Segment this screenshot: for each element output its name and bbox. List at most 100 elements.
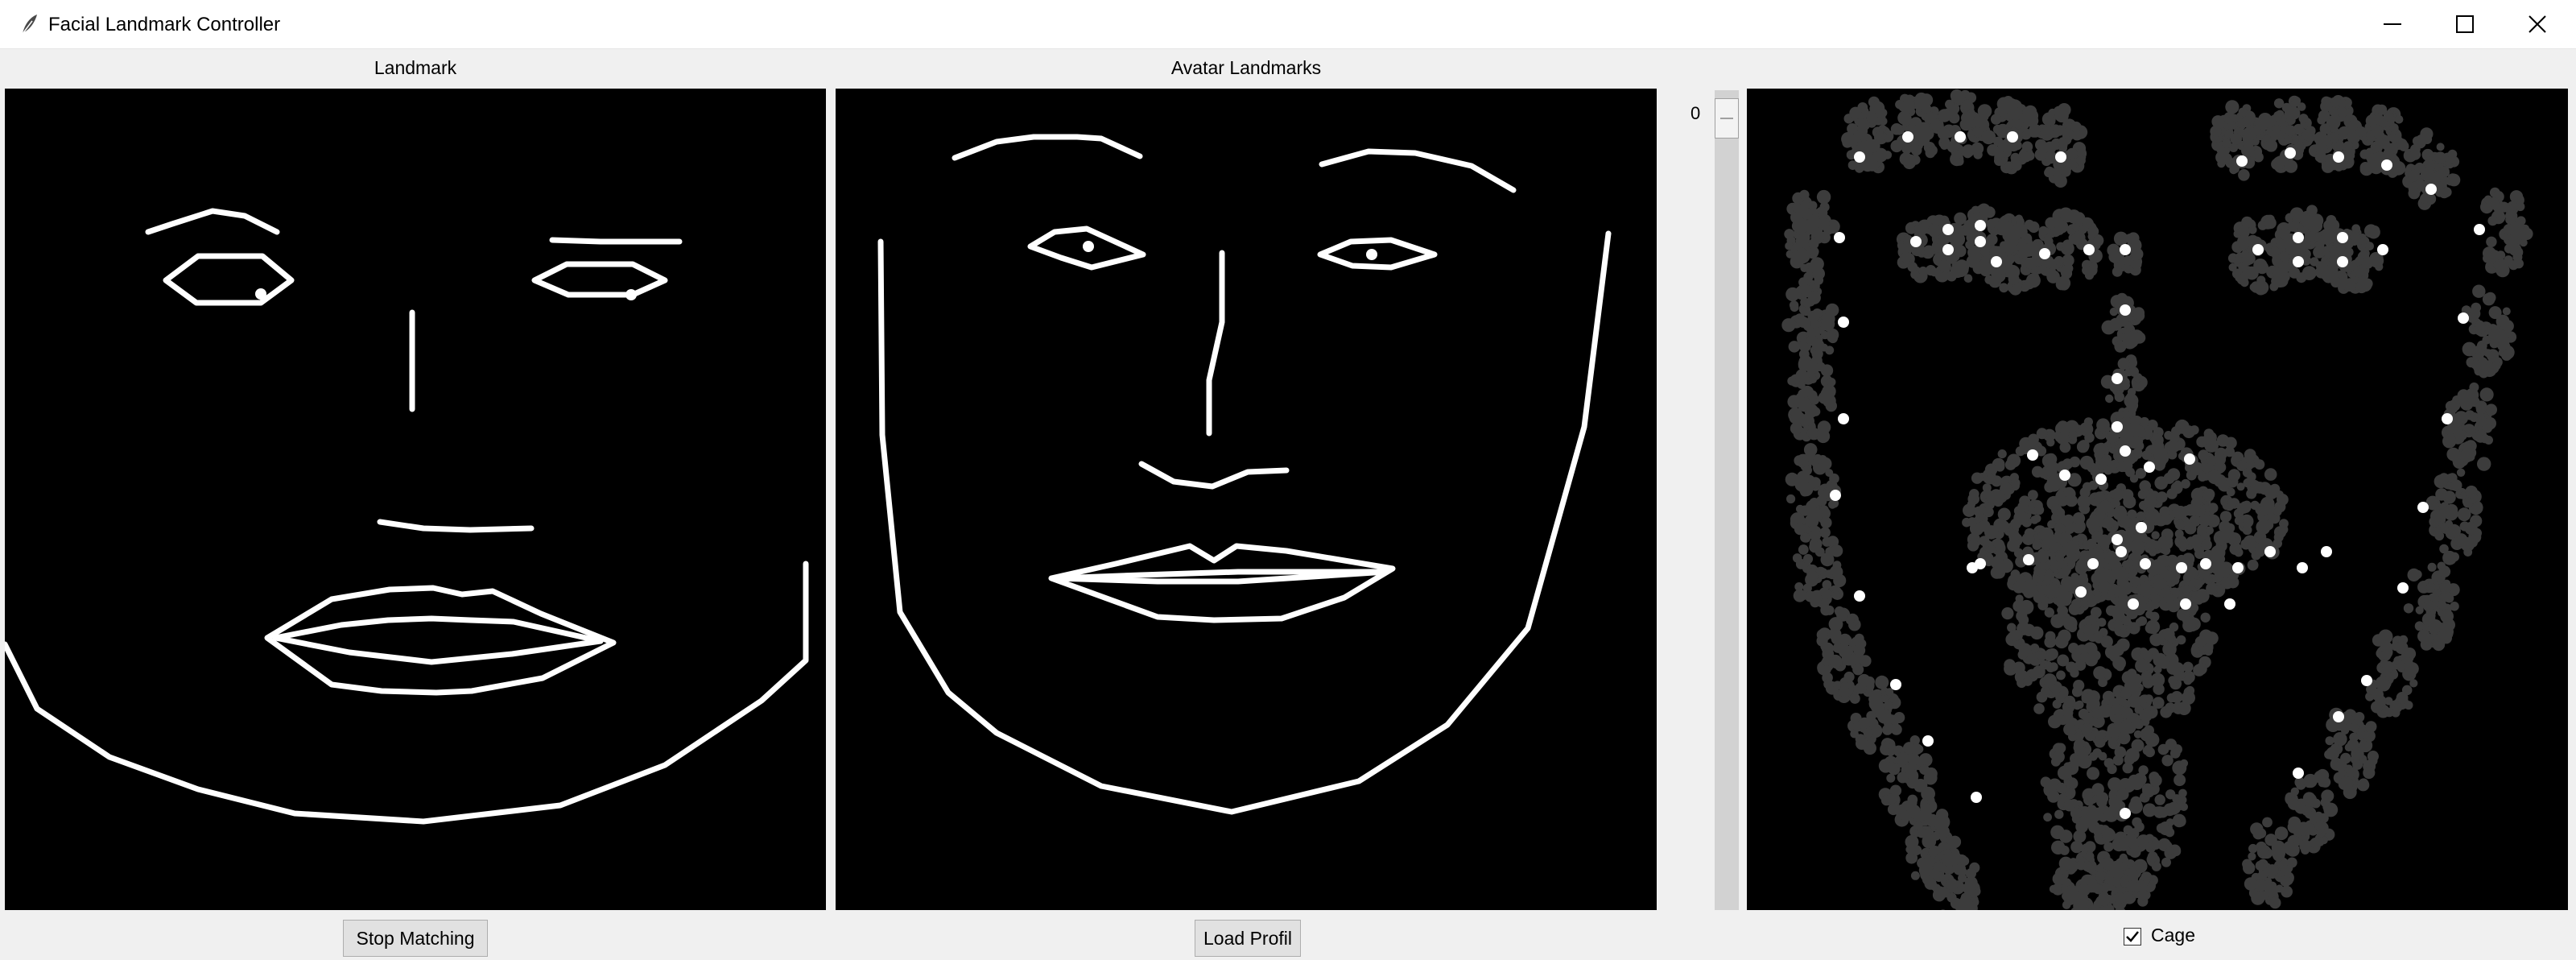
cloud-dot (2236, 460, 2248, 471)
feather-icon (22, 14, 37, 35)
cage-point (1975, 220, 1986, 231)
cloud-dot (2310, 257, 2319, 267)
cloud-dot (2066, 147, 2078, 159)
cloud-dot (2467, 314, 2476, 323)
cloud-dot (2109, 307, 2119, 317)
cloud-dot (2062, 889, 2077, 904)
cloud-dot (2030, 626, 2044, 640)
cloud-dot (1834, 606, 1845, 617)
cloud-dot (2403, 603, 2414, 614)
cloud-dot (1967, 540, 1979, 552)
cloud-dot (2257, 846, 2268, 857)
cloud-dot (2077, 147, 2087, 157)
cloud-dot (2475, 400, 2487, 412)
cloud-dot (1890, 139, 1903, 153)
cloud-dot (1911, 845, 1922, 855)
cloud-dot (2222, 139, 2231, 149)
cloud-dot (1857, 102, 1868, 113)
cloud-dot (2280, 875, 2292, 888)
cloud-dot (2343, 714, 2355, 726)
cloud-dot (2070, 840, 2083, 854)
cloud-dot (2343, 278, 2356, 292)
cloud-dot (2093, 666, 2107, 680)
cloud-dot (2019, 599, 2034, 614)
cloud-dot (2463, 441, 2472, 449)
cloud-dot (2465, 388, 2479, 403)
cage-point (2397, 582, 2409, 594)
cloud-dot (2463, 548, 2473, 557)
cloud-dot (1855, 682, 1867, 694)
cloud-dot (2056, 275, 2071, 291)
cloud-dot (2044, 259, 2054, 269)
cloud-dot (1990, 227, 1999, 236)
cloud-dot (1918, 753, 1933, 768)
cloud-dot (2291, 96, 2301, 106)
cloud-dot (1830, 544, 1843, 557)
cloud-dot (2114, 892, 2126, 904)
avatar-left-brow (952, 134, 1143, 161)
cloud-dot (2125, 558, 2134, 568)
cloud-dot (2100, 635, 2113, 648)
close-button[interactable] (2500, 0, 2574, 48)
cage-point (2361, 675, 2372, 686)
cloud-dot (2414, 162, 2425, 173)
cloud-dot (2146, 539, 2157, 550)
cloud-dot (2180, 759, 2189, 768)
cloud-dot (2013, 511, 2028, 525)
minimize-button[interactable] (2355, 0, 2429, 48)
cloud-dot (2047, 790, 2060, 803)
cloud-dot (2070, 573, 2079, 581)
cloud-dot (2174, 519, 2185, 530)
cloud-dot (2254, 459, 2265, 470)
cloud-dot (2021, 532, 2035, 545)
cloud-dot (2112, 620, 2124, 631)
cage-point (1838, 413, 1849, 424)
cloud-dot (2219, 511, 2232, 523)
cloud-dot (2074, 744, 2087, 757)
cloud-dot (2363, 766, 2376, 780)
cloud-dot (1931, 831, 1941, 841)
cloud-dot (2033, 514, 2041, 523)
cloud-dot (2359, 162, 2372, 173)
cloud-dot (2306, 214, 2321, 229)
cloud-dot (2177, 608, 2190, 621)
cloud-dot (2127, 668, 2137, 679)
cloud-dot (2054, 553, 2064, 563)
cloud-dot (2055, 220, 2069, 234)
cloud-dot (1839, 636, 1850, 647)
cloud-dot (2079, 503, 2091, 515)
cloud-dot (2294, 776, 2306, 788)
cloud-dot (2510, 221, 2524, 235)
scale-thumb[interactable] (1715, 98, 1739, 139)
cage-point (2059, 470, 2070, 481)
maximize-button[interactable] (2428, 0, 2502, 48)
cloud-dot (1811, 338, 1825, 352)
cloud-dot (2516, 201, 2525, 212)
load-profil-button[interactable]: Load Profil (1195, 920, 1301, 957)
scale-track[interactable] (1715, 90, 1739, 910)
cloud-dot (1899, 152, 1913, 166)
cage-point (2095, 474, 2107, 485)
cage-point (2184, 453, 2195, 465)
cloud-dot (2491, 361, 2501, 370)
cloud-dot (2032, 665, 2046, 679)
cloud-dot (2226, 487, 2235, 497)
cloud-dot (1981, 130, 1996, 145)
cloud-dot (2256, 535, 2264, 544)
stop-matching-button[interactable]: Stop Matching (343, 920, 488, 957)
cloud-dot (2465, 485, 2478, 499)
cage-point (2055, 151, 2066, 163)
cloud-dot (2464, 521, 2478, 536)
cloud-dot (2013, 222, 2027, 237)
cloud-dot (2046, 475, 2061, 490)
cage-checkbox[interactable] (2124, 928, 2141, 946)
cloud-dot (2010, 152, 2021, 163)
cloud-dot (2437, 631, 2450, 644)
cloud-dot (1957, 267, 1967, 277)
cloud-dot (1941, 909, 1946, 910)
cloud-dot (2211, 126, 2222, 137)
cloud-dot (1802, 553, 1814, 565)
cloud-dot (1827, 378, 1836, 387)
cloud-dot (1986, 234, 1998, 246)
cloud-dot (2068, 778, 2079, 788)
